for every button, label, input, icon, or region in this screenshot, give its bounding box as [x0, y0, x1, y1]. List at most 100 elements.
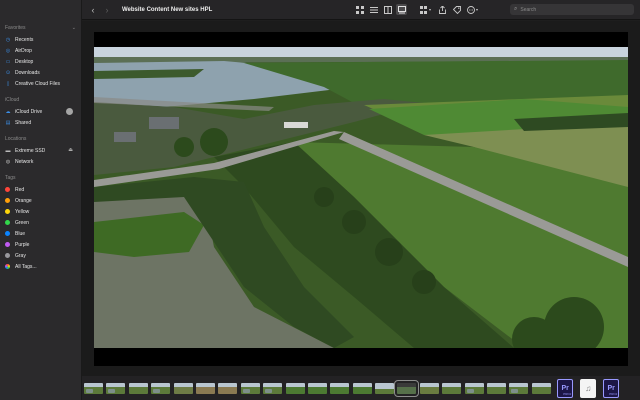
- sidebar-item-label: Gray: [15, 252, 26, 259]
- sidebar-item-desktop[interactable]: ▭ Desktop: [0, 56, 81, 67]
- share-icon[interactable]: [437, 4, 448, 15]
- list-view-icon[interactable]: [368, 4, 379, 15]
- sidebar-item-label: Recents: [15, 36, 34, 43]
- filmstrip-thumbnail-selected[interactable]: [394, 379, 420, 397]
- sidebar-item-label: Red: [15, 186, 25, 193]
- sidebar-section-favorites[interactable]: Favorites ⌄: [0, 24, 81, 32]
- sidebar-item-label: Blue: [15, 230, 26, 237]
- tag-dot-icon: [5, 242, 10, 247]
- filmstrip-thumbnail[interactable]: [195, 382, 215, 394]
- icon-view-icon[interactable]: [354, 4, 365, 15]
- preview-image[interactable]: [94, 47, 628, 348]
- document-icon: ▯: [6, 80, 10, 87]
- filmstrip-thumbnail[interactable]: [352, 382, 372, 394]
- sidebar-item-shared[interactable]: ▤ Shared: [0, 117, 81, 128]
- sidebar-item-label: Shared: [15, 119, 32, 126]
- filmstrip-thumbnail[interactable]: [509, 382, 529, 394]
- filmstrip-thumbnail[interactable]: [330, 382, 350, 394]
- back-chevron-icon[interactable]: ‹: [86, 5, 100, 15]
- airdrop-icon: ◎: [5, 47, 11, 54]
- sidebar-item-label: Purple: [15, 241, 30, 248]
- filmstrip-thumbnail[interactable]: [263, 382, 283, 394]
- sidebar-item-label: Extreme SSD: [15, 147, 46, 154]
- sidebar-section-label: Locations: [5, 136, 27, 142]
- filmstrip-thumbnail[interactable]: [106, 382, 126, 394]
- tag-dot-icon: [5, 231, 10, 236]
- filmstrip-thumbnail[interactable]: [84, 382, 103, 394]
- sidebar-section-locations[interactable]: Locations: [0, 135, 81, 143]
- filmstrip-thumbnail[interactable]: [240, 382, 260, 394]
- sidebar-section-tags[interactable]: Tags: [0, 174, 81, 182]
- gallery-preview-area: [82, 21, 640, 376]
- sidebar-tag-orange[interactable]: Orange: [0, 195, 81, 206]
- filmstrip-thumbnail[interactable]: [375, 382, 395, 394]
- search-input[interactable]: [520, 6, 621, 13]
- column-view-icon[interactable]: [382, 4, 393, 15]
- all-tags-icon: [5, 264, 10, 269]
- sidebar-section-label: Tags: [5, 175, 16, 181]
- filmstrip-thumbnail[interactable]: [218, 382, 238, 394]
- music-file-icon[interactable]: ♫: [580, 378, 597, 398]
- premiere-sublabel: PROJ: [563, 391, 572, 396]
- sidebar-tag-gray[interactable]: Gray: [0, 250, 81, 261]
- sidebar-item-label: Yellow: [15, 208, 30, 215]
- sidebar-item-network[interactable]: ◍ Network: [0, 156, 81, 167]
- sidebar-item-recents[interactable]: ◷ Recents: [0, 34, 81, 45]
- sidebar-item-label: Downloads: [15, 69, 40, 76]
- premiere-label: Pr: [561, 384, 569, 392]
- group-by-icon[interactable]: [418, 4, 434, 15]
- downloads-icon: ⊙: [5, 69, 11, 76]
- filmstrip-thumbnail[interactable]: [151, 382, 171, 394]
- sidebar-tag-purple[interactable]: Purple: [0, 239, 81, 250]
- premiere-label: Pr: [607, 384, 615, 392]
- desktop-icon: ▭: [5, 58, 11, 65]
- gallery-view-icon[interactable]: [396, 4, 407, 15]
- filmstrip: Pr PROJ ♫ Pr PROJ: [82, 376, 640, 400]
- tag-icon[interactable]: [451, 4, 462, 15]
- sidebar-item-icloud-drive[interactable]: ☁ iCloud Drive: [0, 106, 81, 117]
- sidebar-item-airdrop[interactable]: ◎ AirDrop: [0, 45, 81, 56]
- premiere-project-file-icon[interactable]: Pr PROJ: [557, 378, 574, 398]
- sidebar-item-downloads[interactable]: ⊙ Downloads: [0, 67, 81, 78]
- filmstrip-thumbnail[interactable]: [419, 382, 439, 394]
- preview-letterbox: [94, 32, 628, 366]
- filmstrip-thumbnail[interactable]: [307, 382, 327, 394]
- sidebar-section-label: Favorites: [5, 25, 26, 31]
- filmstrip-thumbnail[interactable]: [531, 382, 551, 394]
- filmstrip-thumbnail[interactable]: [487, 382, 507, 394]
- shared-folder-icon: ▤: [5, 119, 11, 126]
- sidebar-item-label: Orange: [15, 197, 32, 204]
- sidebar-tag-red[interactable]: Red: [0, 184, 81, 195]
- sidebar-section-label: iCloud: [5, 97, 20, 103]
- sidebar-tag-green[interactable]: Green: [0, 217, 81, 228]
- filmstrip-thumbnail[interactable]: [442, 382, 462, 394]
- tag-dot-icon: [5, 198, 10, 203]
- tag-dot-icon: [5, 220, 10, 225]
- tag-dot-icon: [5, 187, 10, 192]
- search-icon: ⌕: [514, 6, 518, 12]
- sidebar-item-extreme-ssd[interactable]: ▬ Extreme SSD ⏏: [0, 145, 81, 156]
- forward-chevron-icon[interactable]: ›: [100, 5, 114, 15]
- premiere-project-file-icon[interactable]: Pr PROJ: [603, 378, 620, 398]
- music-note-icon: ♫: [585, 383, 592, 393]
- toolbar: ‹ › Website Content New sites HPL ⌕: [82, 0, 640, 20]
- eject-icon[interactable]: ⏏: [68, 147, 73, 153]
- sidebar-item-creative-cloud-files[interactable]: ▯ Creative Cloud Files: [0, 78, 81, 89]
- sidebar-item-label: AirDrop: [15, 47, 32, 54]
- search-field[interactable]: ⌕: [510, 4, 634, 15]
- tag-dot-icon: [5, 253, 10, 258]
- filmstrip-thumbnail[interactable]: [173, 382, 193, 394]
- sidebar-tag-all[interactable]: All Tags...: [0, 261, 81, 272]
- sidebar-item-label: Creative Cloud Files: [15, 80, 61, 87]
- sidebar-tag-yellow[interactable]: Yellow: [0, 206, 81, 217]
- filmstrip-thumbnail[interactable]: [128, 382, 148, 394]
- sidebar-section-icloud[interactable]: iCloud: [0, 96, 81, 104]
- filmstrip-thumbnail[interactable]: [464, 382, 484, 394]
- toolbar-tools: [354, 4, 484, 15]
- sidebar-item-label: Green: [15, 219, 29, 226]
- more-actions-icon[interactable]: [465, 4, 481, 15]
- globe-icon: ◍: [5, 158, 11, 165]
- chevron-down-icon[interactable]: ⌄: [72, 25, 76, 31]
- sidebar-tag-blue[interactable]: Blue: [0, 228, 81, 239]
- filmstrip-thumbnail[interactable]: [285, 382, 305, 394]
